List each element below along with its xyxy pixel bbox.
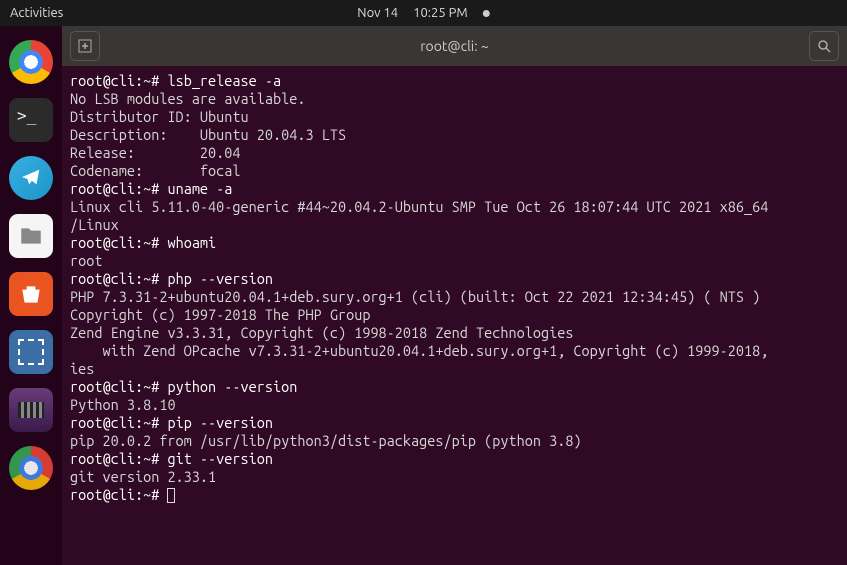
window-title: root@cli: ~ bbox=[108, 38, 801, 54]
screenshot-icon[interactable] bbox=[9, 330, 53, 374]
chrome-icon[interactable] bbox=[9, 40, 53, 84]
files-icon[interactable] bbox=[9, 214, 53, 258]
terminal-body[interactable]: root@cli:~# lsb_release -a No LSB module… bbox=[62, 66, 847, 565]
time-label: 10:25 PM bbox=[413, 6, 468, 20]
activities-button[interactable]: Activities bbox=[10, 6, 63, 20]
dock bbox=[0, 26, 62, 565]
search-button[interactable] bbox=[809, 31, 839, 61]
terminal-titlebar: root@cli: ~ bbox=[62, 26, 847, 66]
terminal-icon[interactable] bbox=[9, 98, 53, 142]
software-center-icon[interactable] bbox=[9, 272, 53, 316]
video-player-icon[interactable] bbox=[9, 388, 53, 432]
notification-dot-icon bbox=[483, 10, 490, 17]
telegram-icon[interactable] bbox=[9, 156, 53, 200]
clock[interactable]: Nov 14 10:25 PM bbox=[357, 6, 489, 20]
terminal-window: root@cli: ~ root@cli:~# lsb_release -a N… bbox=[62, 26, 847, 565]
chrome-icon-2[interactable] bbox=[9, 446, 53, 490]
top-bar: Activities Nov 14 10:25 PM bbox=[0, 0, 847, 26]
new-tab-button[interactable] bbox=[70, 31, 100, 61]
date-label: Nov 14 bbox=[357, 6, 398, 20]
cursor-icon bbox=[167, 488, 175, 503]
